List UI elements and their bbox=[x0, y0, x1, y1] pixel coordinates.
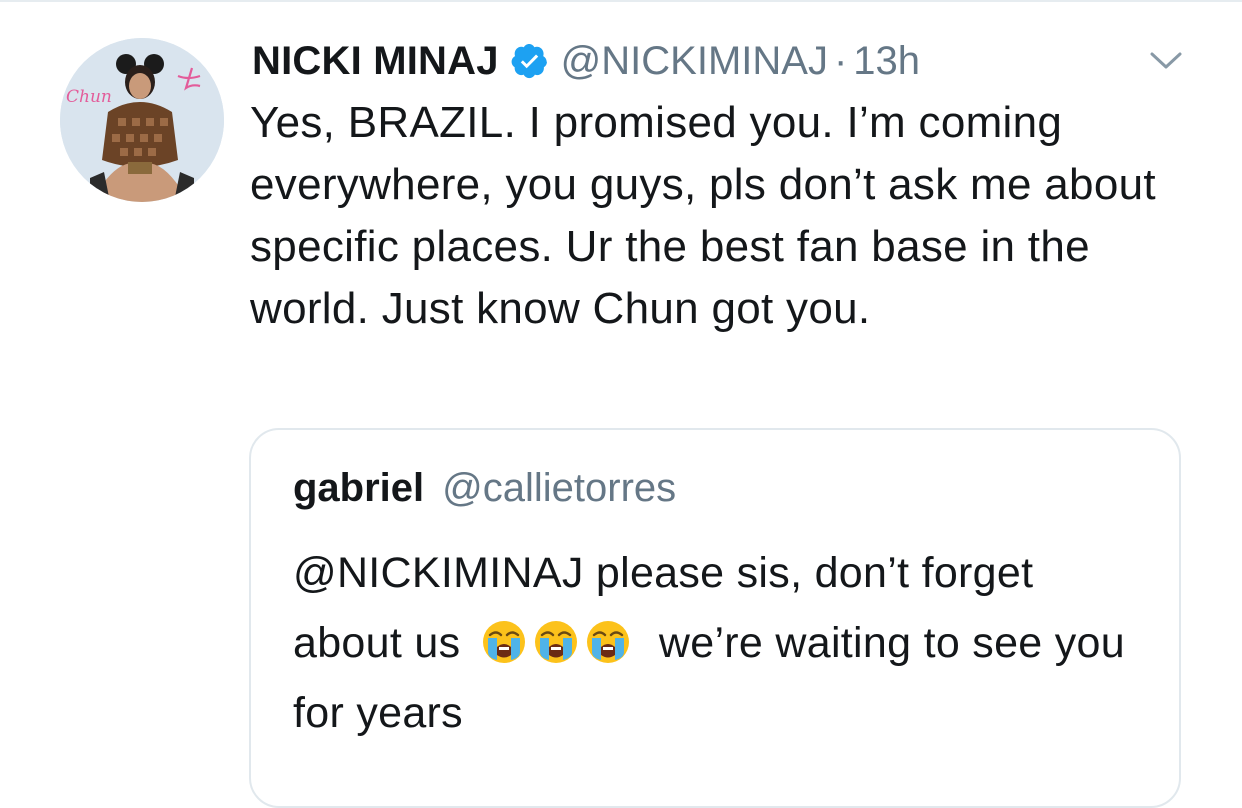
quoted-tweet-text: @NICKIMINAJ please sis, don’t forget abo… bbox=[293, 538, 1153, 748]
top-divider bbox=[0, 0, 1242, 2]
loudly-crying-face-icon bbox=[533, 616, 579, 663]
author-display-name[interactable]: NICKI MINAJ bbox=[252, 39, 499, 84]
avatar[interactable]: Chun bbox=[60, 38, 224, 202]
verified-badge-icon bbox=[511, 42, 549, 80]
separator-dot: · bbox=[833, 38, 848, 83]
avatar-image: Chun bbox=[60, 38, 224, 202]
author-handle[interactable]: @NICKIMINAJ bbox=[561, 39, 828, 84]
loudly-crying-face-icon bbox=[585, 616, 631, 663]
tweet-text: Yes, BRAZIL. I promised you. I’m coming … bbox=[250, 98, 1156, 333]
loudly-crying-face-icon bbox=[481, 616, 527, 663]
quoted-tweet-card[interactable]: gabriel @callietorres @NICKIMINAJ please… bbox=[249, 428, 1181, 808]
avatar-script-text: Chun bbox=[66, 87, 112, 107]
tweet-header: NICKI MINAJ @NICKIMINAJ · 13h bbox=[252, 38, 920, 84]
tweet-timestamp[interactable]: 13h bbox=[853, 39, 920, 84]
chevron-down-icon[interactable] bbox=[1146, 44, 1186, 74]
quoted-author-name: gabriel bbox=[293, 466, 425, 510]
emoji-group bbox=[473, 619, 637, 667]
quoted-author-handle: @callietorres bbox=[442, 466, 677, 510]
quoted-tweet-header: gabriel @callietorres bbox=[293, 466, 676, 511]
